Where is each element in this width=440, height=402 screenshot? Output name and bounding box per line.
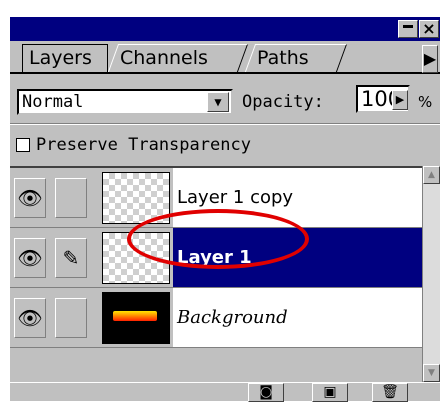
preserve-transparency-checkbox[interactable] — [16, 138, 30, 152]
new-layer-icon: ▣ — [323, 384, 337, 400]
layer-row[interactable]: 👁 Layer 1 copy — [10, 168, 422, 228]
opacity-slider-button[interactable]: ▶ — [392, 90, 408, 110]
eye-icon: 👁 — [17, 186, 43, 210]
layer-thumbnail — [102, 172, 170, 224]
layer-row-selected[interactable]: 👁 ✎ Layer 1 — [10, 228, 422, 288]
layers-list: 👁 Layer 1 copy 👁 ✎ Layer 1 👁 Background — [10, 166, 422, 382]
preserve-transparency-row: Preserve Transparency — [10, 125, 440, 165]
eye-icon: 👁 — [17, 246, 43, 270]
minimize-icon — [403, 25, 413, 28]
layer-thumbnail — [102, 292, 170, 344]
blend-mode-select[interactable]: Normal ▼ — [17, 89, 233, 115]
minimize-button[interactable] — [398, 20, 418, 38]
palette-titlebar[interactable]: × — [10, 17, 440, 41]
scroll-up-button[interactable]: ▲ — [423, 166, 440, 184]
brush-icon: ✎ — [62, 246, 80, 270]
new-layer-mask-icon: ◙ — [259, 384, 273, 400]
layer-name[interactable]: Layer 1 copy — [173, 168, 422, 227]
link-toggle[interactable] — [55, 298, 87, 338]
trash-icon: 🗑 — [381, 384, 399, 400]
panel-menu-arrow-icon: ▶ — [423, 49, 437, 68]
opacity-label: Opacity: — [242, 92, 324, 112]
layer-row[interactable]: 👁 Background — [10, 288, 422, 348]
fire-thumbnail — [113, 311, 157, 321]
palette-menu-button[interactable]: ▶ — [422, 45, 438, 73]
preserve-transparency-label: Preserve Transparency — [36, 135, 251, 155]
tab-layers[interactable]: Layers — [22, 44, 108, 72]
palette-tabs: Layers Channels Paths ▶ — [10, 41, 440, 79]
layer-thumbnail — [102, 232, 170, 284]
tab-channels[interactable]: Channels — [107, 44, 249, 72]
tab-divider — [10, 72, 440, 74]
blend-options-row: Normal ▼ Opacity: 100 ▶ % — [10, 79, 440, 123]
delete-layer-button[interactable]: 🗑 — [372, 383, 408, 402]
eye-icon: 👁 — [17, 306, 43, 330]
tab-paths[interactable]: Paths — [244, 44, 348, 72]
palette-bottom-bar: ◙ ▣ 🗑 — [10, 382, 440, 402]
close-button[interactable]: × — [419, 20, 439, 38]
scroll-down-button[interactable]: ▼ — [423, 364, 440, 382]
close-icon: × — [422, 19, 436, 38]
layer-name[interactable]: Background — [173, 288, 422, 347]
chevron-up-icon: ▲ — [428, 170, 435, 180]
new-layer-mask-button[interactable]: ◙ — [248, 383, 284, 402]
new-layer-button[interactable]: ▣ — [312, 383, 348, 402]
layer-name[interactable]: Layer 1 — [173, 228, 422, 287]
visibility-toggle[interactable]: 👁 — [14, 238, 46, 278]
visibility-toggle[interactable]: 👁 — [14, 298, 46, 338]
layers-palette: × Layers Channels Paths ▶ Normal ▼ Opaci… — [10, 17, 440, 402]
chevron-down-icon: ▼ — [428, 368, 435, 378]
link-toggle[interactable] — [55, 178, 87, 218]
opacity-unit: % — [418, 93, 433, 111]
link-toggle[interactable]: ✎ — [55, 238, 87, 278]
play-arrow-icon: ▶ — [395, 93, 405, 106]
scrollbar[interactable]: ▲ ▼ — [422, 166, 440, 382]
chevron-down-icon[interactable]: ▼ — [207, 92, 229, 112]
visibility-toggle[interactable]: 👁 — [14, 178, 46, 218]
